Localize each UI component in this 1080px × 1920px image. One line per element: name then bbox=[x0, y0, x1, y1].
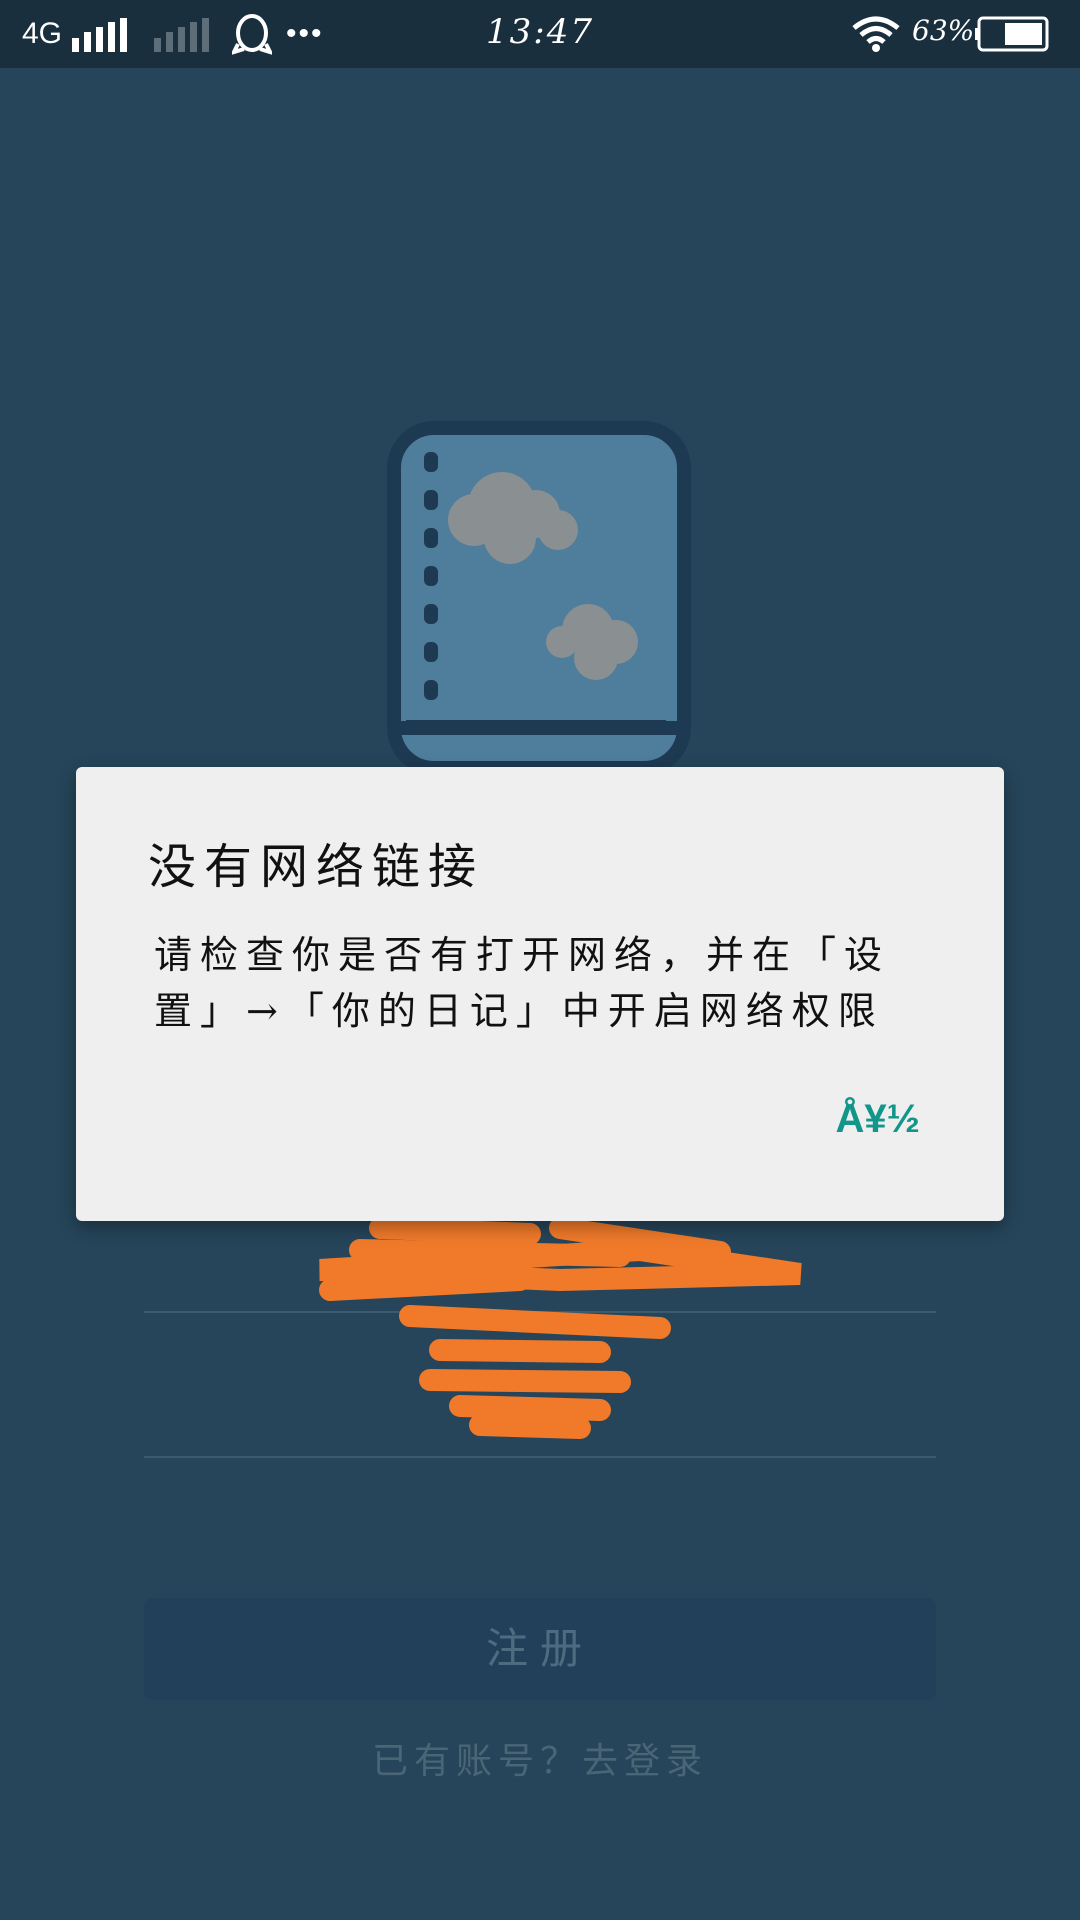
battery-percentage: 63% bbox=[912, 14, 975, 47]
dialog-ok-button[interactable]: Å¥½ bbox=[836, 1097, 921, 1142]
no-network-dialog: 没有网络链接 请检查你是否有打开网络，并在「设置」→「你的日记」中开启网络权限 … bbox=[76, 767, 1004, 1221]
go-to-login-link[interactable]: 已有账号？去登录 bbox=[0, 1732, 1080, 1784]
redaction-scribble bbox=[319, 1217, 802, 1439]
register-button[interactable]: 注册 bbox=[144, 1598, 936, 1700]
battery-icon bbox=[975, 16, 1049, 52]
app-logo-notebook-icon bbox=[387, 421, 691, 775]
status-bar: 4G ••• 13:47 63% bbox=[0, 0, 1080, 68]
wifi-icon bbox=[852, 16, 900, 52]
password-input-underline[interactable] bbox=[144, 1456, 936, 1458]
dialog-title: 没有网络链接 bbox=[148, 839, 485, 895]
dialog-message: 请检查你是否有打开网络，并在「设置」→「你的日记」中开启网络权限 bbox=[154, 933, 891, 1033]
